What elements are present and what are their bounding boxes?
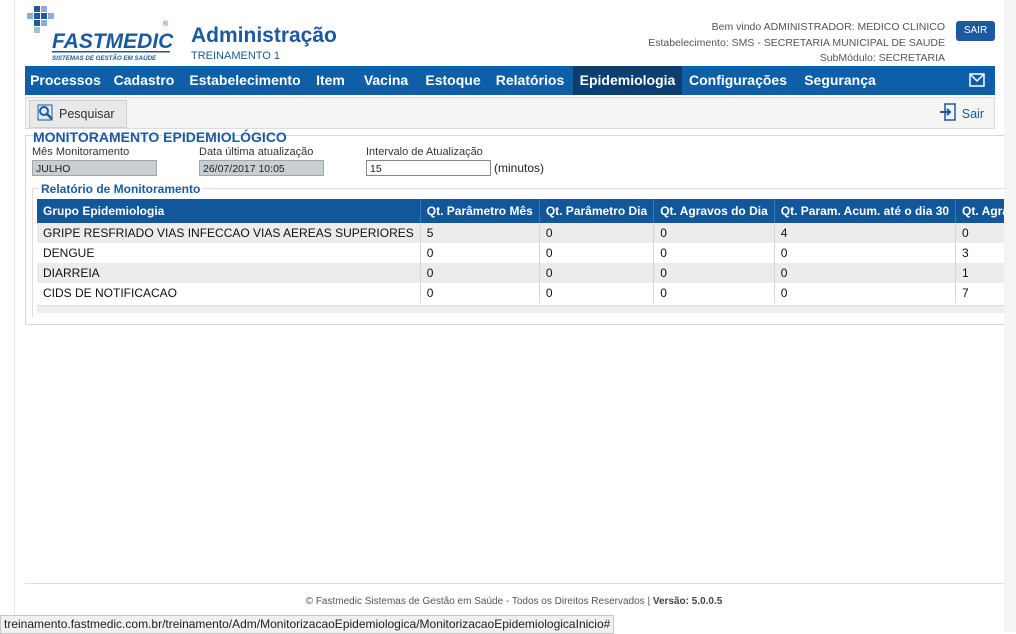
table-cell: 0 xyxy=(774,283,957,303)
table-cell: 0 xyxy=(955,223,1004,243)
welcome-text: Bem vindo ADMINISTRADOR: MEDICO CLINICO xyxy=(711,21,945,33)
table-row[interactable]: CIDS DE NOTIFICACAO 0 0 0 0 7 xyxy=(37,283,1004,303)
table-horizontal-scrollbar[interactable] xyxy=(37,305,1004,313)
col-header-param-dia[interactable]: Qt. Parâmetro Dia xyxy=(539,199,655,223)
logo-cross-icon xyxy=(27,6,54,33)
submodule-text: SubMódulo: SECRETARIA xyxy=(819,52,945,64)
report-title: Relatório de Monitoramento xyxy=(39,182,203,196)
interval-unit: (minutos) xyxy=(494,161,545,175)
col-header-param-acum[interactable]: Qt. Param. Acum. até o dia 30 xyxy=(774,199,957,223)
exit-icon xyxy=(939,103,957,124)
table-cell: 0 xyxy=(774,263,957,283)
table-cell: 0 xyxy=(653,283,775,303)
app-subtitle: TREINAMENTO 1 xyxy=(191,50,281,62)
window-scrollbar[interactable] xyxy=(1004,0,1016,632)
table-row[interactable]: DENGUE 0 0 0 0 3 xyxy=(37,243,1004,263)
table-cell: 3 xyxy=(955,243,1004,263)
establishment-text: Estabelecimento: SMS - SECRETARIA MUNICI… xyxy=(648,36,945,49)
menu-item-relatorios[interactable]: Relatórios xyxy=(487,66,573,95)
svg-text:®: ® xyxy=(163,20,169,28)
table-cell: GRIPE RESFRIADO VIAS INFECCAO VIAS AEREA… xyxy=(37,223,421,243)
table-cell: 0 xyxy=(420,263,540,283)
user-info: Bem vindo ADMINISTRADOR: MEDICO CLINICO … xyxy=(648,20,945,67)
table-cell: DENGUE xyxy=(37,243,421,263)
footer-copyright: © Fastmedic Sistemas de Gestão em Saúde … xyxy=(305,596,651,607)
month-field: JULHO xyxy=(32,160,157,176)
last-update-field: 26/07/2017 10:05 xyxy=(199,160,324,176)
logo-tagline: SISTEMAS DE GESTÃO EM SAÚDE xyxy=(52,55,157,62)
table-cell: 5 xyxy=(420,223,540,243)
toolbar: Pesquisar Sair xyxy=(25,97,995,129)
menu-item-vacina[interactable]: Vacina xyxy=(353,66,419,95)
table-cell: DIARREIA xyxy=(37,263,421,283)
menu-item-processos[interactable]: Processos xyxy=(25,66,106,95)
table-cell: 0 xyxy=(420,243,540,263)
footer-version: Versão: 5.0.0.5 xyxy=(652,596,723,607)
table-cell: 1 xyxy=(955,263,1004,283)
logo-text: FASTMEDIC xyxy=(52,30,174,53)
logout-button[interactable]: SAIR xyxy=(956,21,995,41)
table-cell: 7 xyxy=(955,283,1004,303)
table-row[interactable]: GRIPE RESFRIADO VIAS INFECCAO VIAS AEREA… xyxy=(37,223,1004,243)
col-header-grupo[interactable]: Grupo Epidemiologia xyxy=(37,199,421,223)
menu-item-configuracoes[interactable]: Configurações xyxy=(682,66,794,95)
fastmedic-logo[interactable]: FASTMEDIC SISTEMAS DE GESTÃO EM SAÚDE ® xyxy=(24,6,174,64)
report-table: Grupo Epidemiologia Qt. Parâmetro Mês Qt… xyxy=(37,199,1004,305)
table-cell: 0 xyxy=(420,283,540,303)
table-cell: 4 xyxy=(774,223,957,243)
table-row[interactable]: DIARREIA 0 0 0 0 1 xyxy=(37,263,1004,283)
col-header-agravos[interactable]: Qt. Agravos xyxy=(955,199,1004,223)
browser-status-url: treinamento.fastmedic.com.br/treinamento… xyxy=(0,615,615,634)
exit-button-label: Sair xyxy=(961,106,984,121)
table-cell: 0 xyxy=(653,223,775,243)
search-button-label: Pesquisar xyxy=(59,107,115,121)
table-cell: 0 xyxy=(539,283,655,303)
menu-item-seguranca[interactable]: Segurança xyxy=(794,66,886,95)
table-cell: 0 xyxy=(539,223,655,243)
app-title: Administração xyxy=(191,24,337,47)
envelope-icon[interactable] xyxy=(969,73,985,87)
search-icon xyxy=(37,104,54,124)
table-cell: 0 xyxy=(653,243,775,263)
menu-item-epidemiologia[interactable]: Epidemiologia xyxy=(573,66,682,95)
interval-label: Intervalo de Atualização xyxy=(366,146,483,158)
footer-divider xyxy=(25,583,1003,584)
month-label: Mês Monitoramento xyxy=(32,146,130,158)
exit-button[interactable]: Sair xyxy=(939,103,984,124)
main-menu: Processos Cadastro Estabelecimento Item … xyxy=(25,66,995,95)
table-cell: 0 xyxy=(539,243,655,263)
menu-item-estoque[interactable]: Estoque xyxy=(419,66,487,95)
menu-item-estabelecimento[interactable]: Estabelecimento xyxy=(182,66,308,95)
table-header-row: Grupo Epidemiologia Qt. Parâmetro Mês Qt… xyxy=(37,199,1004,223)
table-cell: 0 xyxy=(539,263,655,283)
search-button[interactable]: Pesquisar xyxy=(29,100,127,128)
interval-input[interactable]: 15 xyxy=(366,160,491,176)
menu-item-cadastro[interactable]: Cadastro xyxy=(106,66,182,95)
col-header-param-mes[interactable]: Qt. Parâmetro Mês xyxy=(420,199,540,223)
table-cell: CIDS DE NOTIFICACAO xyxy=(37,283,421,303)
col-header-agravos-dia[interactable]: Qt. Agravos do Dia xyxy=(653,199,775,223)
last-update-label: Data última atualização xyxy=(199,146,314,158)
menu-item-item[interactable]: Item xyxy=(308,66,353,95)
table-cell: 0 xyxy=(653,263,775,283)
footer: © Fastmedic Sistemas de Gestão em Saúde … xyxy=(25,596,1003,607)
section-title: MONITORAMENTO EPIDEMIOLÓGICO xyxy=(33,129,287,145)
table-cell: 0 xyxy=(774,243,957,263)
